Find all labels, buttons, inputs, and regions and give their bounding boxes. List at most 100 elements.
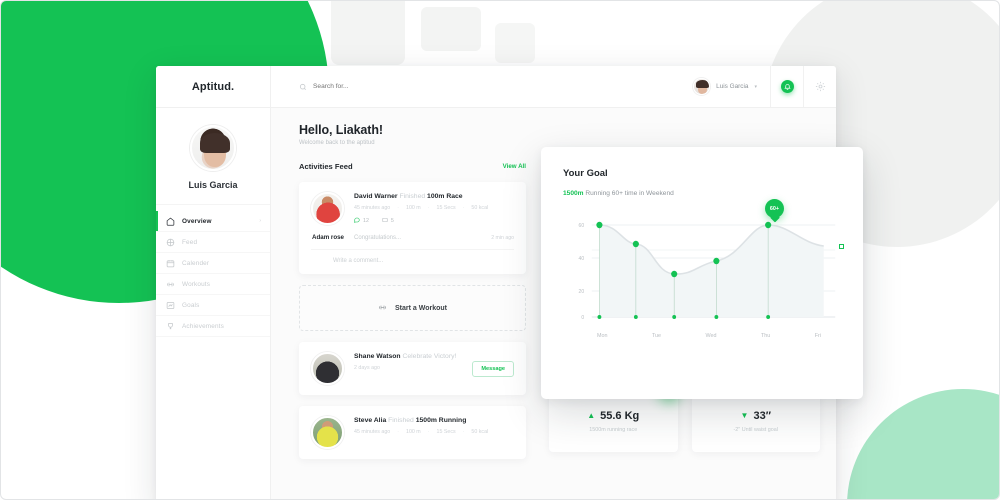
- progress-caption: 1500m running race: [589, 426, 638, 433]
- post-meta: 45 minutes ago · 100 m · 15 Secs · 50 kc…: [354, 205, 514, 211]
- sidebar-item-achievements[interactable]: Achievements: [156, 316, 270, 337]
- goal-icon: [165, 300, 175, 310]
- sidebar-item-label: Achievements: [182, 322, 224, 330]
- progress-card-weight[interactable]: ▲ 55.6 Kg 1500m running race: [549, 390, 678, 452]
- progress-value-row: ▼ 33″: [741, 410, 771, 422]
- sidebar-item-goals[interactable]: Goals: [156, 295, 270, 316]
- data-point-tue: [632, 240, 639, 248]
- start-workout-button[interactable]: Start a Workout: [299, 285, 526, 331]
- meta-separator: ·: [397, 205, 399, 211]
- activities-view-all-link[interactable]: View All: [503, 163, 526, 170]
- write-comment-input[interactable]: Write a comment...: [311, 249, 514, 264]
- sidebar-item-label: Workouts: [182, 280, 211, 288]
- sidebar-item-workouts[interactable]: Workouts: [156, 274, 270, 295]
- post-calories: 50 kcal: [471, 429, 489, 435]
- gear-icon: [815, 81, 826, 92]
- chart-area-fill: [599, 225, 824, 317]
- decorative-gray-square-2: [421, 7, 481, 51]
- sidebar-item-feed[interactable]: Feed: [156, 232, 270, 253]
- brand-name: Aptitud.: [191, 80, 235, 93]
- search-icon: [299, 78, 307, 96]
- post-author: Shane Watson: [354, 353, 401, 360]
- notifications-button[interactable]: [770, 66, 803, 107]
- post-body: Shane Watson Celebrate Victory! 2 days a…: [354, 352, 462, 385]
- feed-icon: [165, 237, 175, 247]
- progress-cards: ▲ 55.6 Kg 1500m running race ▼ 33″ -2″ U…: [549, 390, 820, 452]
- user-name: Luis Garcia: [716, 83, 749, 90]
- post-subject: 1500m Running: [415, 417, 467, 424]
- post-distance: 100 m: [406, 205, 421, 211]
- base-point: [766, 315, 771, 319]
- base-point: [633, 315, 638, 319]
- sidebar-item-label: Overview: [182, 217, 212, 225]
- ytick-0: 0: [581, 315, 584, 321]
- comment-text: Congratulations...: [353, 234, 402, 241]
- data-point-thu: [713, 257, 720, 265]
- post-subject: 100m Race: [427, 193, 463, 200]
- xtick-mon: Mon: [597, 333, 608, 339]
- comment-icon: [354, 217, 360, 225]
- avatar: [311, 352, 344, 385]
- post-stats: 12 5: [354, 217, 514, 225]
- post-action: Finished: [399, 193, 426, 200]
- chart-annotation-badge: 60+: [765, 199, 784, 218]
- progress-value-row: ▲ 55.6 Kg: [587, 410, 639, 422]
- sidebar-item-label: Feed: [182, 238, 198, 246]
- home-icon: [165, 216, 175, 226]
- post-author: Steve Alia: [354, 417, 387, 424]
- xtick-wed: Wed: [705, 333, 717, 339]
- post-body: David Warner Finished 100m Race 45 minut…: [354, 192, 514, 225]
- xtick-fri: Fri: [814, 333, 821, 339]
- search-bar[interactable]: [299, 78, 693, 96]
- post-comment: Adam rose Congratulations... 2 min ago: [311, 234, 514, 241]
- arrow-down-icon: ▼: [740, 410, 749, 420]
- feed-row: Shane Watson Celebrate Victory! 2 days a…: [311, 352, 514, 385]
- activities-column: Hello, Liakath! Welcome back to the apti…: [271, 108, 543, 499]
- xtick-tue: Tue: [651, 333, 662, 339]
- meta-separator: ·: [462, 205, 465, 211]
- chart-end-handle[interactable]: [839, 244, 844, 249]
- post-author: David Warner: [354, 193, 398, 200]
- settings-button[interactable]: [803, 66, 836, 107]
- trophy-icon: [165, 321, 175, 331]
- message-button[interactable]: Message: [472, 360, 514, 377]
- sidebar-item-label: Calender: [182, 259, 210, 267]
- meta-separator: ·: [462, 429, 465, 435]
- goal-chart: 60 40 20 0 60+ Mon Tue Wed Thu Fri: [563, 199, 844, 353]
- share-icon: [382, 217, 388, 225]
- profile-avatar: [190, 125, 236, 171]
- user-menu[interactable]: Luis Garcia ▾: [693, 78, 770, 95]
- base-point: [714, 315, 719, 319]
- post-calories: 50 kcal: [471, 205, 489, 211]
- chart-svg: 60 40 20 0: [579, 221, 836, 321]
- comment-count-value: 12: [363, 218, 369, 224]
- decorative-gray-square-1: [331, 1, 405, 65]
- sidebar-item-overview[interactable]: Overview ›: [156, 211, 270, 232]
- share-count[interactable]: 5: [382, 217, 394, 225]
- brand-logo[interactable]: Aptitud.: [156, 66, 270, 108]
- progress-card-waist[interactable]: ▼ 33″ -2″ Until waist goal: [691, 390, 820, 452]
- chevron-down-icon: ▾: [754, 83, 757, 90]
- share-count-value: 5: [390, 218, 394, 224]
- sidebar-item-calender[interactable]: Calender: [156, 253, 270, 274]
- post-meta: 45 minutes ago · 100 m · 15 Secs · 50 kc…: [354, 429, 514, 435]
- topbar-actions: Luis Garcia ▾: [693, 66, 836, 107]
- data-point-wed: [671, 270, 678, 278]
- topbar: Luis Garcia ▾: [271, 66, 836, 108]
- progress-value: 33″: [753, 409, 771, 422]
- comment-count[interactable]: 12: [354, 217, 369, 225]
- post-meta: 2 days ago: [354, 365, 462, 371]
- post-title: Shane Watson Celebrate Victory!: [354, 353, 462, 360]
- meta-separator: ·: [427, 205, 430, 211]
- avatar: [311, 416, 344, 449]
- screenshot-canvas: Aptitud. Luis Garcia Overview › Feed Cal…: [0, 0, 1000, 500]
- bell-badge-icon: [780, 80, 794, 93]
- goal-card-title: Your Goal: [563, 168, 608, 179]
- progress-value: 55.6 Kg: [600, 409, 640, 422]
- feed-post-card: David Warner Finished 100m Race 45 minut…: [299, 182, 526, 274]
- chevron-right-icon: ›: [259, 218, 261, 224]
- meta-separator: ·: [427, 429, 430, 435]
- ytick-20: 20: [579, 289, 585, 295]
- sidebar-item-label: Goals: [182, 301, 200, 309]
- search-input[interactable]: [313, 83, 433, 90]
